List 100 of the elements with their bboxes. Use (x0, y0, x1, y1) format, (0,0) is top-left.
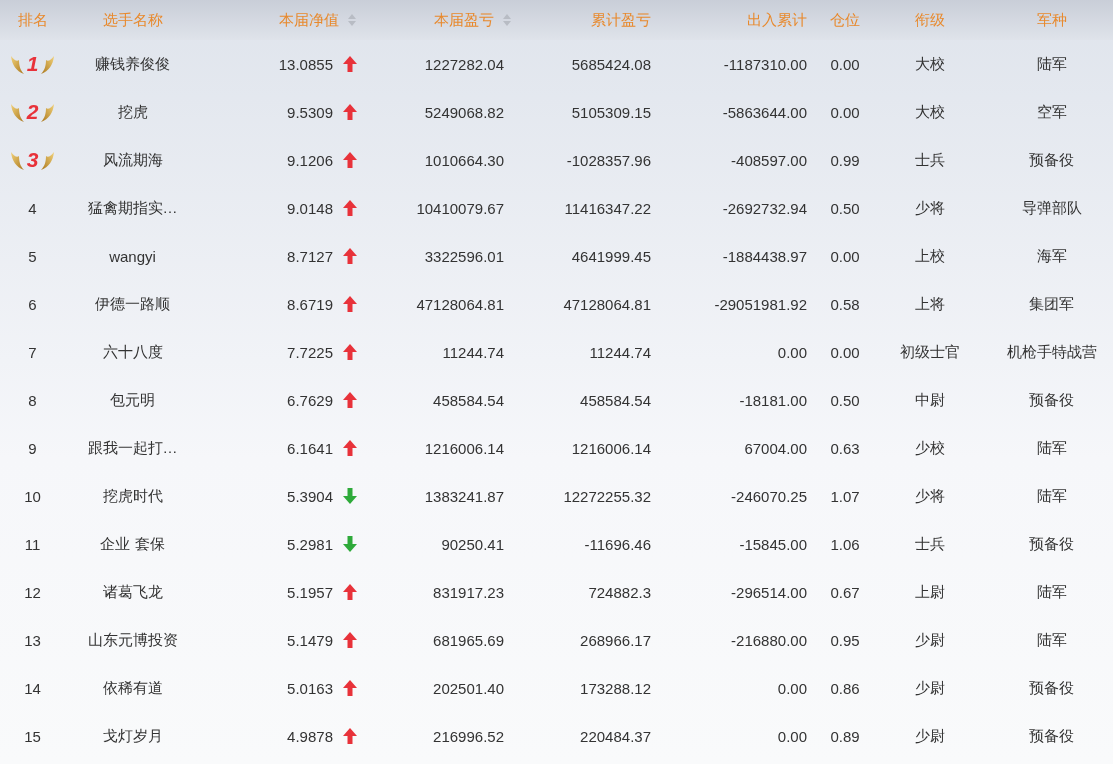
column-header: 仓位 (830, 10, 860, 30)
period-pnl-cell: 11244.74 (442, 343, 504, 361)
player-name[interactable]: 山东元博投资 (87, 630, 178, 650)
branch-cell: 陆军 (1036, 486, 1067, 506)
grade-cell: 中尉 (915, 390, 945, 410)
position-cell: 0.95 (830, 631, 860, 649)
branch-cell: 集团军 (1029, 294, 1074, 314)
total-pnl-cell: 724882.3 (588, 583, 651, 601)
player-name[interactable]: 挖虎时代 (102, 486, 163, 506)
player-name[interactable]: wangyi (109, 247, 156, 265)
rank-cell: 6 (28, 295, 37, 313)
branch-cell: 海军 (1036, 246, 1067, 266)
period-pnl-cell: 202501.40 (433, 679, 504, 697)
rank-number: 3 (26, 148, 39, 172)
player-name[interactable]: 挖虎 (117, 102, 148, 122)
branch-cell: 陆军 (1036, 438, 1067, 458)
period-pnl-cell: 90250.41 (441, 535, 504, 553)
branch-cell: 陆军 (1036, 582, 1067, 602)
branch-cell: 陆军 (1036, 54, 1067, 74)
grade-cell: 少将 (915, 486, 945, 506)
position-cell: 0.00 (830, 247, 860, 265)
grade-cell: 上校 (915, 246, 945, 266)
rank-cell: 12 (24, 583, 41, 601)
sort-icon[interactable] (347, 12, 357, 28)
rank-cell: 15 (24, 727, 41, 745)
rank-cell: 10 (24, 487, 41, 505)
net-value-cell: 4.9878 (287, 727, 333, 745)
branch-cell: 导弹部队 (1021, 198, 1082, 218)
flow-cell: -296514.00 (731, 583, 807, 601)
net-value-cell: 8.6719 (287, 295, 333, 313)
position-cell: 0.67 (830, 583, 860, 601)
player-name[interactable]: 六十八度 (102, 342, 163, 362)
net-value-cell: 5.1957 (287, 583, 333, 601)
period-pnl-cell: 1227282.04 (424, 55, 504, 73)
rank-cell: 8 (28, 391, 37, 409)
flow-cell: 67004.00 (744, 439, 807, 457)
player-name[interactable]: 依稀有道 (102, 678, 163, 698)
flow-cell: -5863644.00 (722, 103, 807, 121)
grade-cell: 少校 (915, 438, 945, 458)
period-pnl-cell: 47128064.81 (416, 295, 504, 313)
rank-number: 2 (26, 100, 39, 124)
player-name[interactable]: 企业 套保 (100, 534, 165, 554)
period-pnl-cell: 1383241.87 (424, 487, 504, 505)
total-pnl-cell: 5105309.15 (571, 103, 651, 121)
total-pnl-cell: 4641999.45 (571, 247, 651, 265)
sort-icon[interactable] (502, 12, 512, 28)
grade-cell: 大校 (915, 54, 945, 74)
branch-cell: 预备役 (1029, 726, 1074, 746)
column-header: 累计盈亏 (591, 10, 651, 30)
column-header: 选手名称 (102, 10, 163, 30)
net-value-cell: 9.5309 (287, 103, 333, 121)
flow-cell: -2692732.94 (722, 199, 807, 217)
flow-cell: 0.00 (777, 679, 807, 697)
player-name[interactable]: 跟我一起打… (87, 438, 178, 458)
player-name[interactable]: 赚钱养俊俊 (95, 54, 170, 74)
total-pnl-cell: 1216006.14 (571, 439, 651, 457)
player-name[interactable]: 伊德一路顺 (95, 294, 170, 314)
net-value-cell: 8.7127 (287, 247, 333, 265)
flow-cell: 0.00 (777, 343, 807, 361)
grade-cell: 士兵 (915, 150, 945, 170)
period-pnl-cell: 831917.23 (433, 583, 504, 601)
net-value-cell: 5.1479 (287, 631, 333, 649)
player-name[interactable]: 戈灯岁月 (102, 726, 163, 746)
position-cell: 0.89 (830, 727, 860, 745)
period-pnl-cell: 10410079.67 (416, 199, 504, 217)
position-cell: 1.06 (830, 535, 860, 553)
total-pnl-cell: 11244.74 (589, 343, 651, 361)
position-cell: 0.63 (830, 439, 860, 457)
position-cell: 0.00 (830, 103, 860, 121)
total-pnl-cell: 458584.54 (580, 391, 651, 409)
rank-number: 1 (26, 52, 39, 76)
total-pnl-cell: 12272255.32 (563, 487, 651, 505)
branch-cell: 空军 (1036, 102, 1067, 122)
grade-cell: 上将 (915, 294, 945, 314)
net-value-cell: 5.3904 (287, 487, 333, 505)
column-header: 出入累计 (747, 10, 807, 30)
flow-cell: -15845.00 (739, 535, 807, 553)
flow-cell: 0.00 (777, 727, 807, 745)
total-pnl-cell: 5685424.08 (571, 55, 651, 73)
grade-cell: 少尉 (915, 678, 945, 698)
total-pnl-cell: 220484.37 (580, 727, 651, 745)
player-name[interactable]: 诸葛飞龙 (102, 582, 163, 602)
net-value-cell: 6.1641 (287, 439, 333, 457)
rank-cell: 7 (28, 343, 37, 361)
net-value-cell: 5.2981 (287, 535, 333, 553)
position-cell: 0.50 (830, 391, 860, 409)
position-cell: 0.86 (830, 679, 860, 697)
position-cell: 0.58 (830, 295, 860, 313)
player-name[interactable]: 风流期海 (102, 150, 163, 170)
period-pnl-cell: 1010664.30 (424, 151, 504, 169)
flow-cell: -1187310.00 (723, 55, 807, 73)
column-header: 衔级 (915, 10, 945, 30)
player-name[interactable]: 猛禽期指实… (87, 198, 178, 218)
total-pnl-cell: -11696.46 (584, 535, 651, 553)
total-pnl-cell: 11416347.22 (564, 199, 651, 217)
flow-cell: -216880.00 (731, 631, 807, 649)
total-pnl-cell: 47128064.81 (563, 295, 651, 313)
net-value-cell: 9.1206 (287, 151, 333, 169)
player-name[interactable]: 包元明 (110, 390, 155, 410)
grade-cell: 少将 (915, 198, 945, 218)
